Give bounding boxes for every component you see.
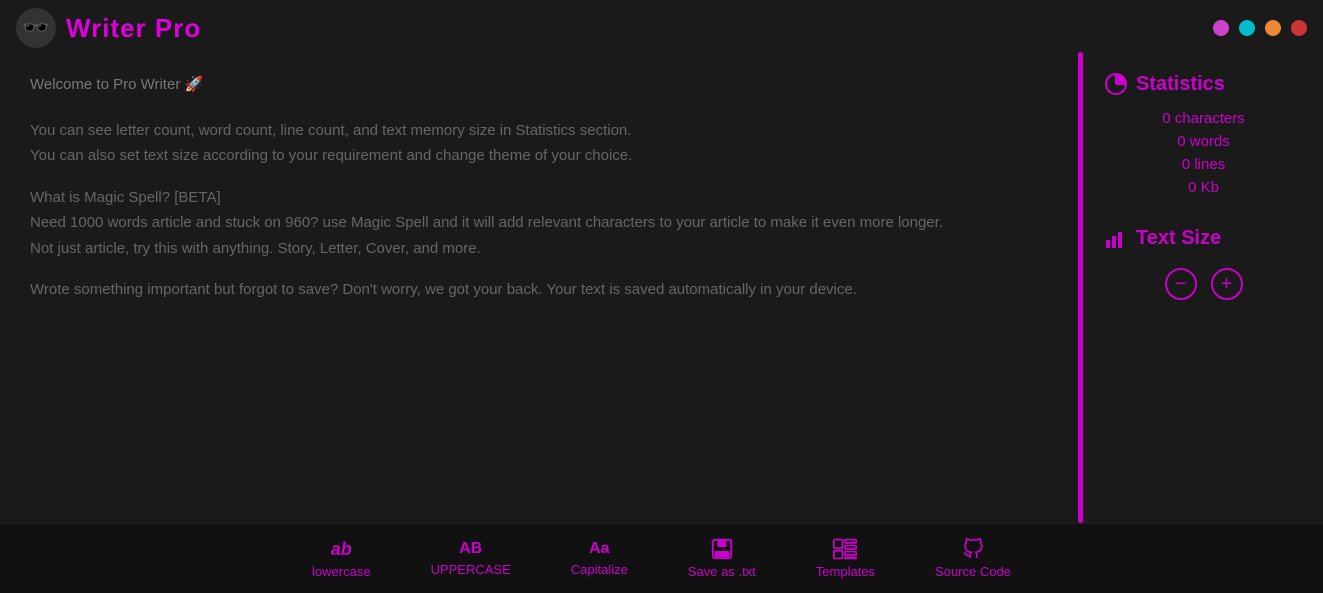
window-control-2[interactable] — [1239, 20, 1255, 36]
description-2: What is Magic Spell? [BETA]Need 1000 wor… — [30, 185, 1053, 262]
avatar: 🕶️ — [16, 8, 56, 48]
welcome-text: Welcome to Pro Writer 🚀 — [30, 72, 1053, 98]
templates-label: Templates — [816, 564, 875, 579]
main-area: Welcome to Pro Writer 🚀 You can see lett… — [0, 52, 1323, 523]
size-stat: 0 Kb — [1188, 179, 1219, 196]
header-left: 🕶️ Writer Pro — [16, 8, 201, 48]
source-code-label: Source Code — [935, 564, 1011, 579]
textsize-section: Text Size − + — [1104, 226, 1303, 300]
window-control-4[interactable] — [1291, 20, 1307, 36]
lowercase-icon: ab — [331, 539, 352, 560]
increase-text-size-button[interactable]: + — [1211, 268, 1243, 300]
save-txt-tool[interactable]: Save as .txt — [688, 538, 756, 579]
bottom-toolbar: ab lowercase AB UPPERCASE Aa Capitalize … — [0, 523, 1323, 593]
source-code-icon — [962, 538, 984, 560]
uppercase-tool[interactable]: AB UPPERCASE — [431, 540, 511, 577]
window-controls — [1213, 20, 1307, 36]
textsize-title: Text Size — [1104, 226, 1221, 250]
statistics-title: Statistics — [1104, 72, 1225, 96]
lowercase-tool[interactable]: ab lowercase — [312, 539, 371, 579]
capitalize-label: Capitalize — [571, 562, 628, 577]
header: 🕶️ Writer Pro — [0, 0, 1323, 52]
templates-tool[interactable]: Templates — [816, 538, 875, 579]
words-stat: 0 words — [1177, 133, 1230, 150]
window-control-3[interactable] — [1265, 20, 1281, 36]
save-txt-label: Save as .txt — [688, 564, 756, 579]
lines-stat: 0 lines — [1182, 156, 1225, 173]
characters-stat: 0 characters — [1162, 110, 1245, 127]
textsize-label: Text Size — [1136, 227, 1221, 250]
capitalize-tool[interactable]: Aa Capitalize — [571, 540, 628, 577]
save-icon — [711, 538, 733, 560]
description-3: Wrote something important but forgot to … — [30, 277, 1053, 303]
textsize-controls: − + — [1165, 268, 1243, 300]
statistics-label: Statistics — [1136, 73, 1225, 96]
textsize-icon — [1104, 226, 1128, 250]
uppercase-icon: AB — [459, 540, 482, 558]
editor-content: Welcome to Pro Writer 🚀 You can see lett… — [30, 72, 1053, 303]
decrease-text-size-button[interactable]: − — [1165, 268, 1197, 300]
capitalize-icon: Aa — [589, 540, 609, 558]
description-1: You can see letter count, word count, li… — [30, 118, 1053, 169]
templates-icon — [833, 538, 857, 560]
statistics-section: Statistics 0 characters 0 words 0 lines … — [1104, 72, 1303, 196]
lowercase-label: lowercase — [312, 564, 371, 579]
app-title: Writer Pro — [66, 13, 201, 44]
statistics-icon — [1104, 72, 1128, 96]
window-control-1[interactable] — [1213, 20, 1229, 36]
uppercase-label: UPPERCASE — [431, 562, 511, 577]
source-code-tool[interactable]: Source Code — [935, 538, 1011, 579]
sidebar: Statistics 0 characters 0 words 0 lines … — [1083, 52, 1323, 523]
editor-area[interactable]: Welcome to Pro Writer 🚀 You can see lett… — [0, 52, 1083, 523]
